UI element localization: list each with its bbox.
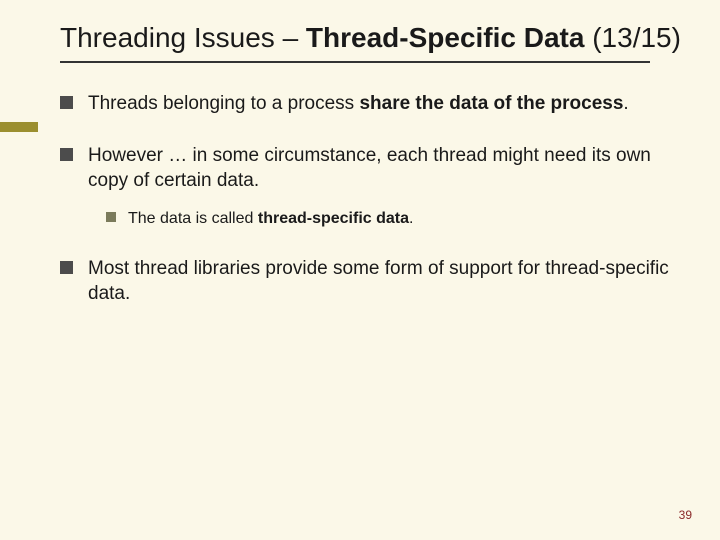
slide-title: Threading Issues – Thread-Specific Data … xyxy=(60,20,690,55)
title-suffix: (13/15) xyxy=(584,22,681,53)
bullet-text-pre: Most thread libraries provide some form … xyxy=(88,258,669,305)
list-item: The data is called thread-specific data. xyxy=(106,208,690,230)
title-prefix: Threading Issues – xyxy=(60,22,306,53)
bullet-text-post: . xyxy=(623,93,628,114)
page-number: 39 xyxy=(679,508,692,522)
bullet-list: Threads belonging to a process share the… xyxy=(60,91,690,307)
bullet-text-pre: However … in some circumstance, each thr… xyxy=(88,145,651,192)
bullet-text-pre: Threads belonging to a process xyxy=(88,93,359,114)
sub-bullet-pre: The data is called xyxy=(128,210,258,227)
list-item: Threads belonging to a process share the… xyxy=(60,91,690,117)
accent-bar xyxy=(0,122,38,132)
sub-bullet-list: The data is called thread-specific data. xyxy=(88,208,690,230)
sub-bullet-bold: thread-specific data xyxy=(258,210,409,227)
list-item: However … in some circumstance, each thr… xyxy=(60,143,690,230)
slide: Threading Issues – Thread-Specific Data … xyxy=(0,0,720,540)
bullet-text-bold: share the data of the process xyxy=(359,93,623,114)
list-item: Most thread libraries provide some form … xyxy=(60,256,690,307)
sub-bullet-post: . xyxy=(409,210,413,227)
title-underline xyxy=(60,61,650,63)
title-bold: Thread-Specific Data xyxy=(306,22,585,53)
